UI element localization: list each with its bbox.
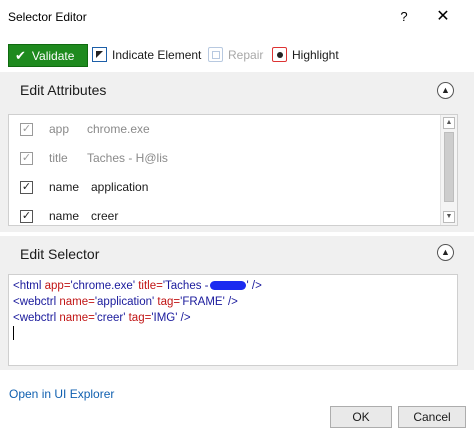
open-in-ui-explorer-link[interactable]: Open in UI Explorer (9, 387, 114, 401)
scroll-thumb[interactable] (444, 132, 454, 202)
attribute-checkbox-name-application[interactable]: ✓ (20, 180, 33, 194)
attribute-list: ✓ app chrome.exe ✓ title Taches - H@lis … (8, 114, 458, 226)
repair-icon (208, 47, 223, 62)
repair-button[interactable]: Repair (208, 47, 263, 62)
edit-selector-panel: Edit Selector ▲ <html app='chrome.exe' t… (0, 236, 474, 370)
attribute-value[interactable]: creer (91, 209, 118, 223)
selector-line-webctrl-creer: <webctrl name='creer' tag='IMG' /> (13, 312, 191, 324)
validate-button[interactable]: ✔ Validate (8, 44, 88, 67)
indicate-element-label: Indicate Element (112, 47, 202, 62)
repair-label: Repair (228, 47, 264, 62)
attribute-checkbox-app[interactable]: ✓ (20, 122, 33, 136)
attribute-row-app: ✓ app chrome.exe (9, 115, 441, 143)
selector-empty-line (13, 326, 453, 342)
checkmark-icon: ✔ (15, 47, 26, 63)
edit-attributes-header: Edit Attributes (20, 82, 107, 98)
attribute-checkbox-name-creer[interactable]: ✓ (20, 209, 33, 223)
title-bar: Selector Editor ? ✕ (0, 0, 474, 32)
collapse-attributes-icon[interactable]: ▲ (437, 82, 454, 99)
indicate-element-button[interactable]: Indicate Element (92, 47, 201, 62)
scroll-down-icon[interactable]: ▼ (443, 211, 455, 223)
attribute-row-title: ✓ title Taches - H@lis (9, 144, 441, 172)
attribute-name: title (49, 151, 68, 165)
indicate-cursor-icon (92, 47, 107, 62)
attribute-value[interactable]: application (91, 180, 148, 194)
window-title: Selector Editor (8, 10, 87, 24)
validate-label: Validate (31, 48, 75, 63)
edit-attributes-panel: Edit Attributes ▲ ✓ app chrome.exe ✓ tit… (0, 72, 474, 232)
highlight-icon (272, 47, 287, 62)
cancel-button[interactable]: Cancel (398, 406, 466, 428)
selector-line-html: <html app='chrome.exe' title='Taches - ' … (13, 280, 262, 292)
ok-button[interactable]: OK (330, 406, 392, 428)
attribute-name: name (49, 180, 80, 194)
attribute-value[interactable]: chrome.exe (87, 122, 150, 136)
dialog-footer: Open in UI Explorer OK Cancel (0, 372, 474, 430)
toolbar: ✔ Validate Indicate Element Repair Highl… (0, 40, 474, 70)
attribute-row-name-creer: ✓ name creer (9, 202, 441, 225)
highlight-label: Highlight (292, 47, 339, 62)
attribute-name: app (49, 122, 70, 136)
close-button[interactable]: ✕ (428, 6, 458, 28)
attribute-list-scrollbar[interactable]: ▲ ▼ (440, 115, 457, 225)
attribute-checkbox-title[interactable]: ✓ (20, 151, 33, 165)
selector-line-webctrl-application: <webctrl name='application' tag='FRAME' … (13, 296, 238, 308)
edit-selector-header: Edit Selector (20, 246, 100, 262)
help-button[interactable]: ? (392, 6, 416, 28)
attribute-row-name-application: ✓ name application (9, 173, 441, 201)
collapse-selector-icon[interactable]: ▲ (437, 244, 454, 261)
text-caret (13, 326, 14, 340)
attribute-value[interactable]: Taches - H@lis (87, 151, 168, 165)
redaction-mark (209, 281, 246, 291)
highlight-button[interactable]: Highlight (272, 47, 339, 62)
scroll-up-icon[interactable]: ▲ (443, 117, 455, 129)
attribute-name: name (49, 209, 80, 223)
selector-editor[interactable]: <html app='chrome.exe' title='Taches - ' … (8, 274, 458, 366)
